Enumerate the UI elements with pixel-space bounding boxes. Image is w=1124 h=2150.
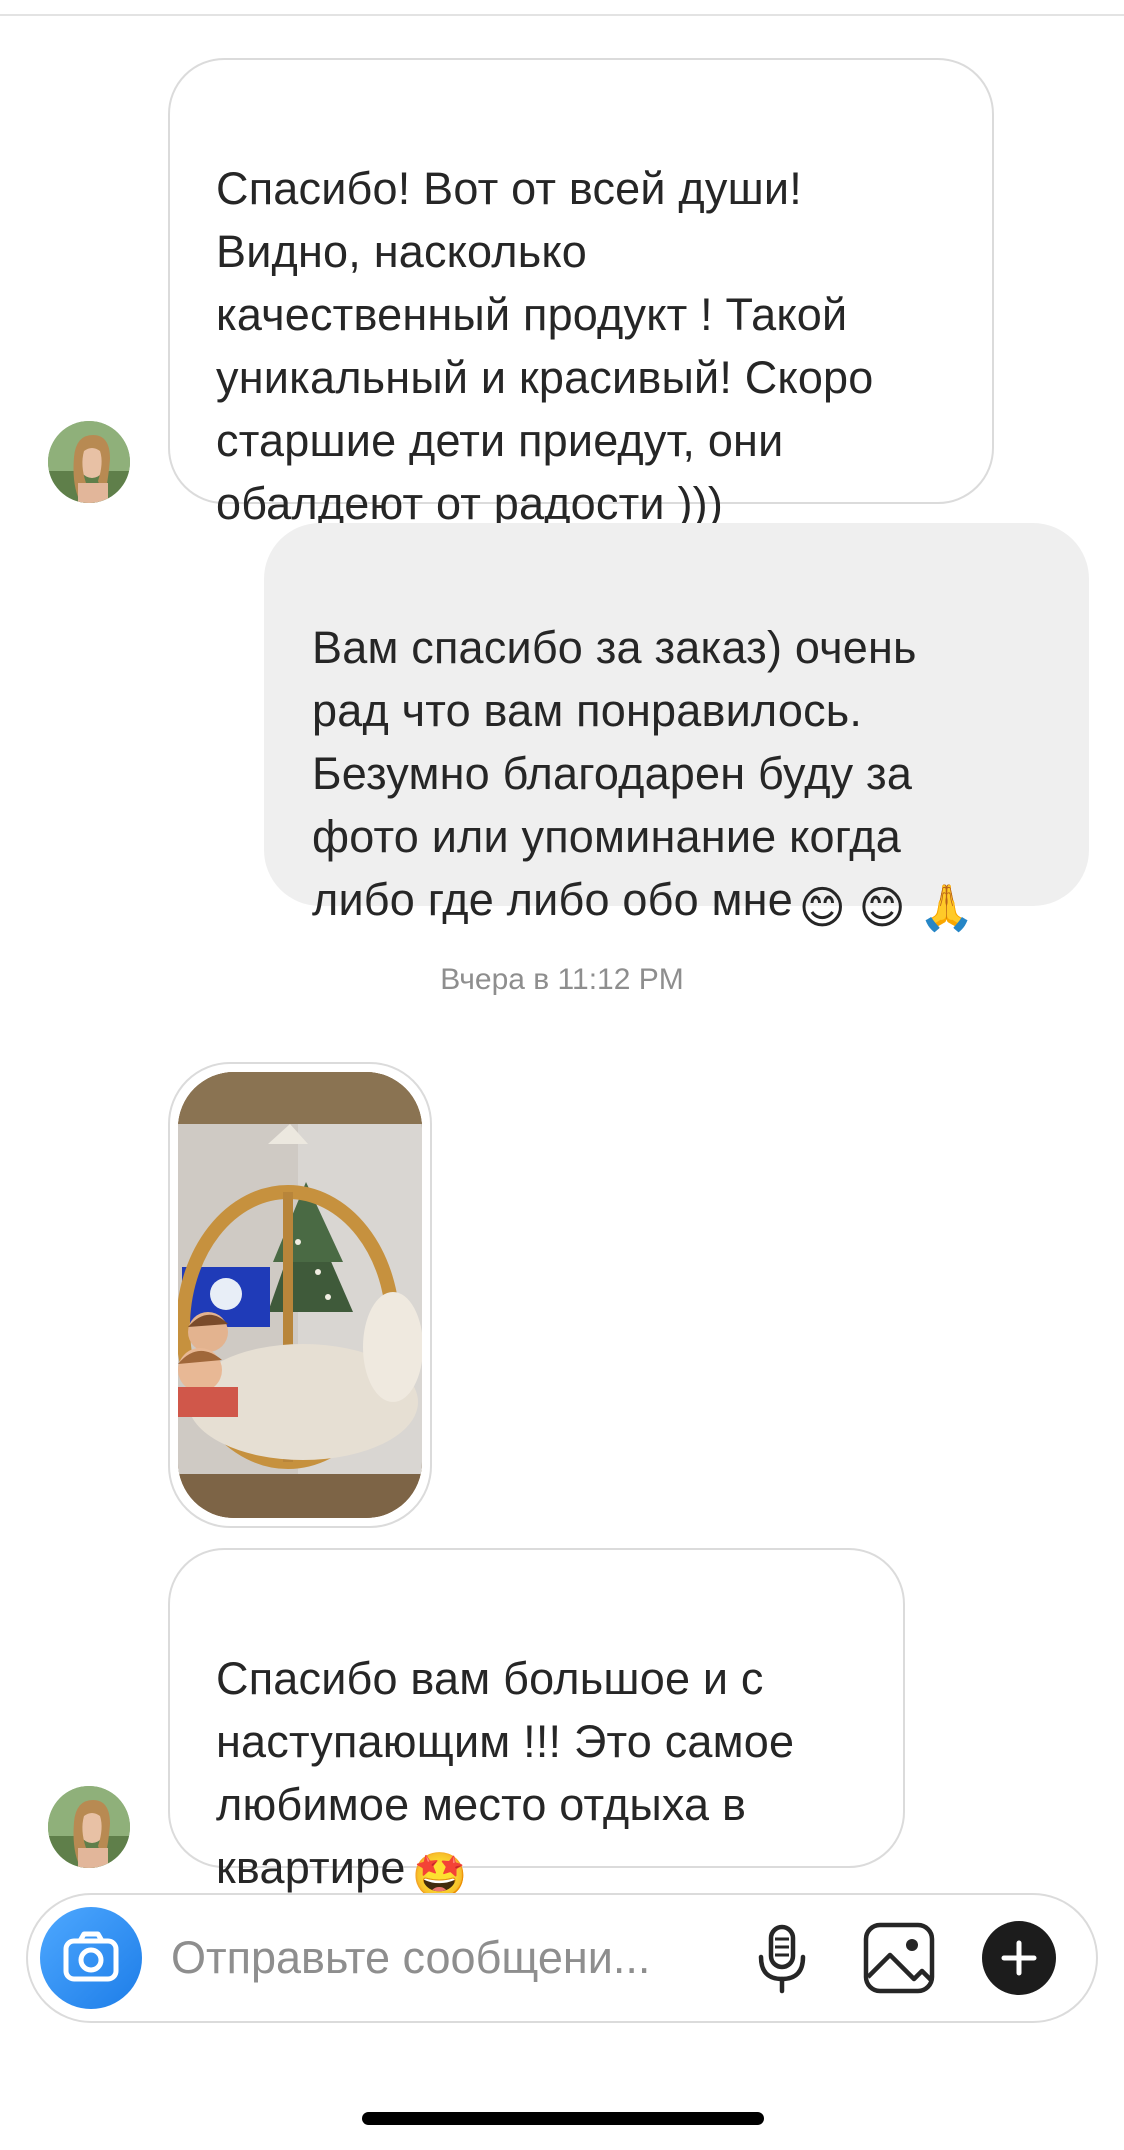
message-text-body: Спасибо вам большое и с наступающим !!! … xyxy=(216,1653,795,1893)
home-indicator[interactable] xyxy=(362,2112,764,2125)
camera-button[interactable] xyxy=(40,1907,142,2009)
message-text: Спасибо! Вот от всей души! Видно, наскол… xyxy=(216,163,874,529)
message-bubble-outgoing[interactable]: Вам спасибо за заказ) очень рад что вам … xyxy=(264,523,1089,933)
message-text: Вам спасибо за заказ) очень рад что вам … xyxy=(312,616,1041,939)
message-input[interactable] xyxy=(171,1923,731,1993)
contact-avatar[interactable] xyxy=(48,421,130,503)
shared-photo xyxy=(178,1072,422,1518)
contact-avatar[interactable] xyxy=(48,1786,130,1868)
more-options-button[interactable] xyxy=(978,1917,1060,1999)
message-timestamp: Вчера в 11:12 PM xyxy=(440,963,684,996)
plus-icon xyxy=(982,1921,1056,1995)
emoji-sequence: 😊 😊 🙏 xyxy=(798,882,975,933)
header-divider xyxy=(0,14,1124,16)
avatar-photo xyxy=(48,421,130,503)
photo-hanging-chair-image xyxy=(178,1072,422,1518)
message-bubble-incoming[interactable]: Спасибо! Вот от всей души! Видно, наскол… xyxy=(168,58,994,529)
gallery-button[interactable] xyxy=(858,1917,940,1999)
camera-icon xyxy=(63,1931,119,1982)
message-bubble-incoming[interactable]: Спасибо вам большое и с наступающим !!! … xyxy=(168,1548,905,1901)
avatar-photo xyxy=(48,1786,130,1868)
photo-message[interactable] xyxy=(168,1062,432,1528)
microphone-icon xyxy=(758,1924,806,1994)
gallery-icon xyxy=(863,1922,935,1994)
message-composer xyxy=(26,1893,1098,2023)
message-text: Спасибо вам большое и с наступающим !!! … xyxy=(216,1647,857,1907)
voice-message-button[interactable] xyxy=(741,1917,823,1999)
